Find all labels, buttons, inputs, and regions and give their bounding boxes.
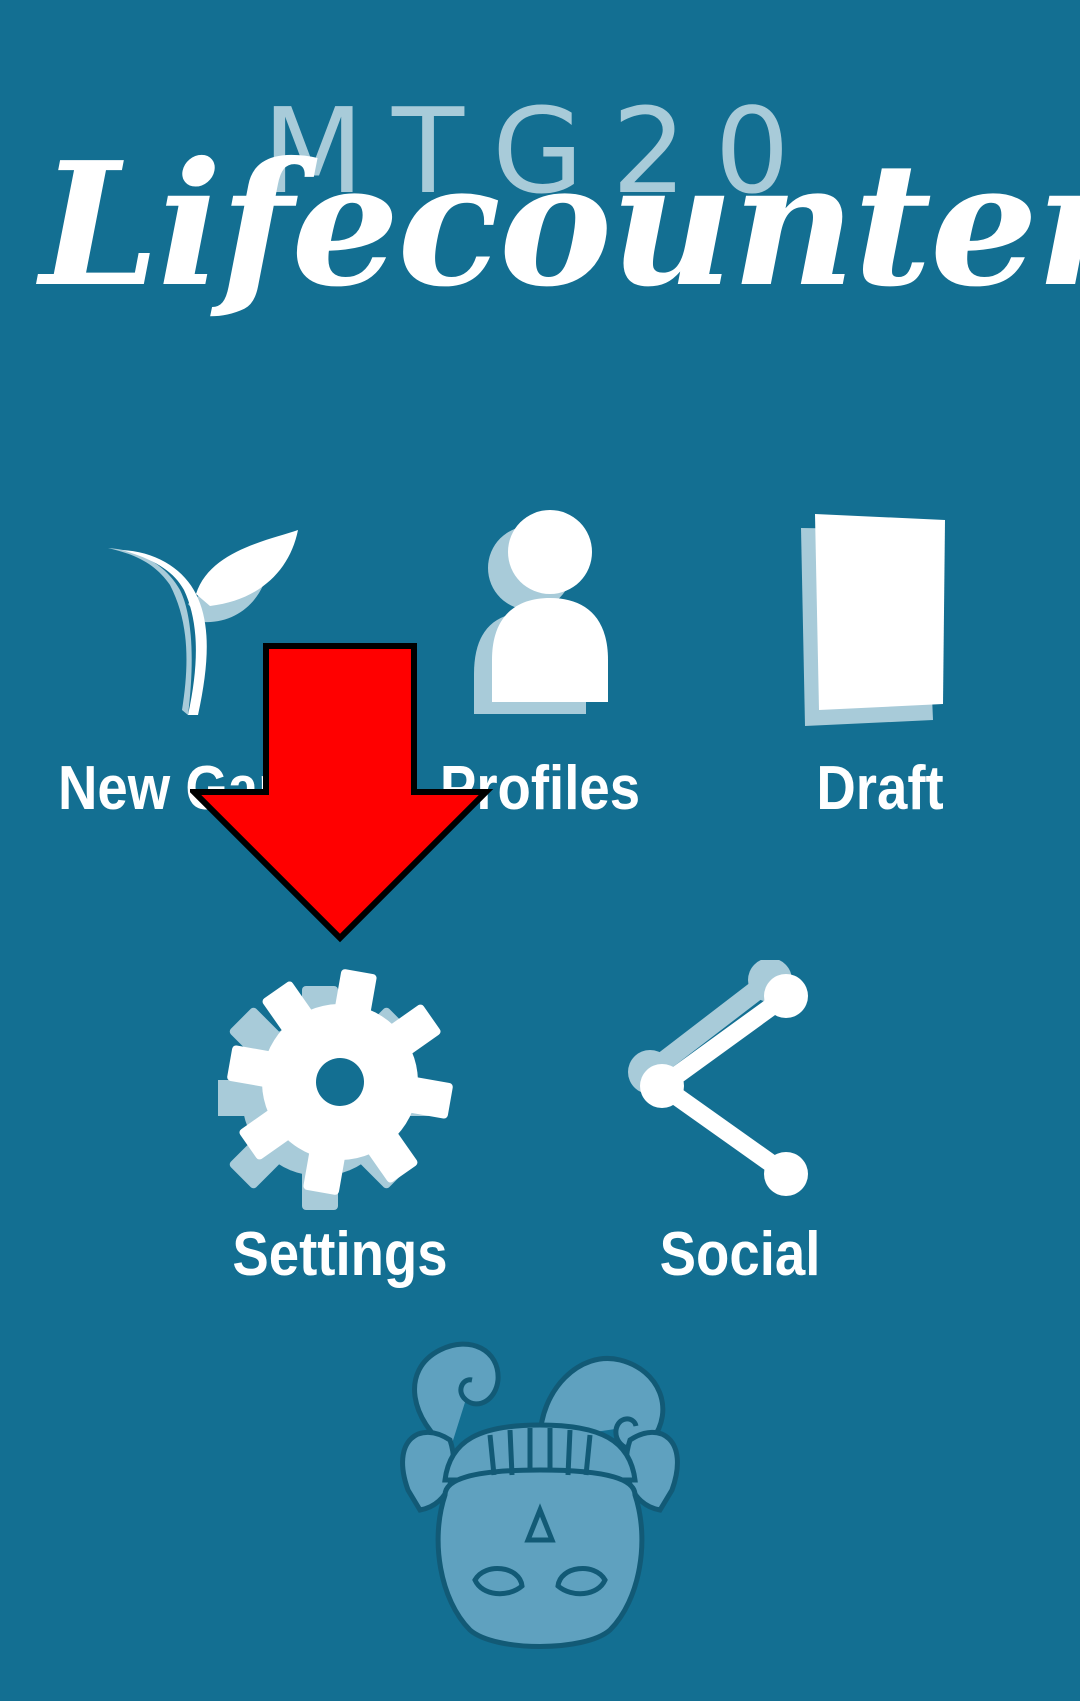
social-label: Social [659,1220,821,1289]
gear-icon [218,960,458,1210]
mascot-icon [390,1330,690,1660]
share-icon [620,960,840,1210]
draft-label: Draft [816,754,944,823]
draft-button[interactable]: Draft [760,490,1000,830]
card-icon [795,514,955,734]
social-button[interactable]: Social [600,960,880,1300]
annotation-arrow [190,640,500,945]
logo-title: Lifecounter [40,125,1080,325]
settings-button[interactable]: Settings [200,960,480,1300]
settings-label: Settings [232,1220,448,1289]
